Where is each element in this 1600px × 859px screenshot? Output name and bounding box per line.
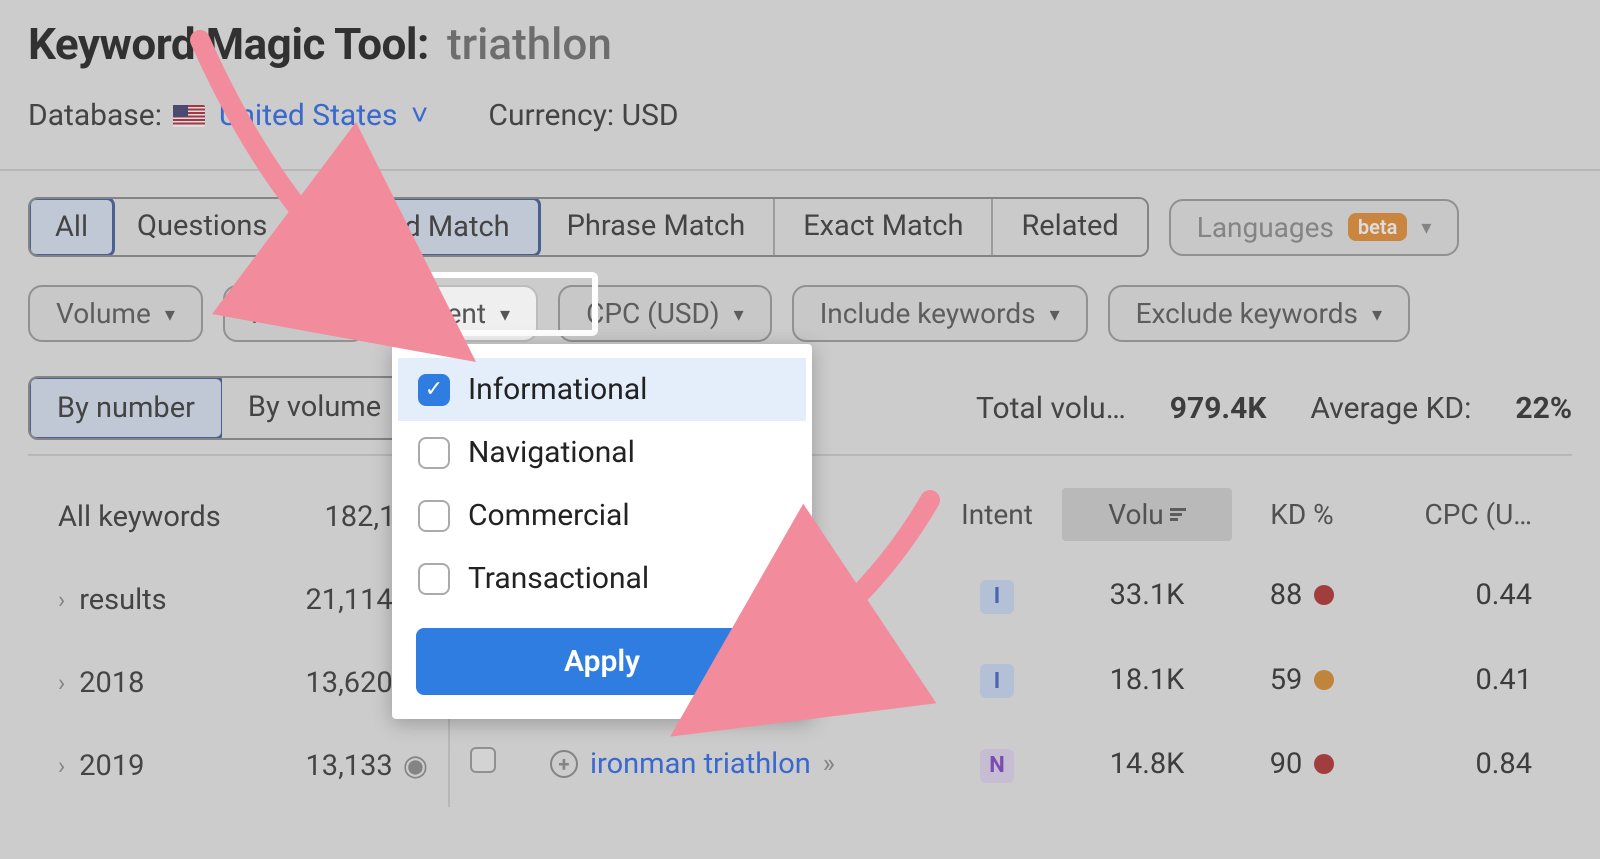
chevron-right-icon: › xyxy=(58,669,65,697)
database-label: Database: xyxy=(28,98,162,133)
tool-name: Keyword Magic Tool: xyxy=(28,18,429,70)
sidebar-all-keywords[interactable]: All keywords 182,136 xyxy=(28,476,448,558)
database-selector[interactable]: Database: United States ˅ xyxy=(28,98,428,133)
checkbox[interactable] xyxy=(418,563,450,595)
chevron-down-icon: ▾ xyxy=(165,302,175,326)
chevron-down-icon: ▾ xyxy=(500,302,510,326)
intent-option-label: Transactional xyxy=(468,561,649,596)
intent-badge: I xyxy=(980,664,1014,698)
avg-kd-label: Average KD: xyxy=(1310,391,1471,426)
chevron-down-icon: ▾ xyxy=(1421,215,1431,239)
total-volume-value: 979.4K xyxy=(1170,391,1267,426)
chevron-right-icon: › xyxy=(58,586,65,614)
tab-questions[interactable]: Questions xyxy=(113,199,291,255)
intent-badge: I xyxy=(980,580,1014,614)
divider xyxy=(0,169,1600,171)
chevrons-icon: » xyxy=(823,749,831,779)
cpc-value: 0.84 xyxy=(1372,747,1552,781)
checkbox[interactable]: ✓ xyxy=(418,374,450,406)
chevron-down-icon: ▾ xyxy=(734,302,744,326)
chevron-down-icon: ˅ xyxy=(411,98,429,133)
database-value[interactable]: United States xyxy=(219,98,398,133)
question-filter-tabs: All Questions xyxy=(28,197,293,257)
cpc-value: 0.44 xyxy=(1372,578,1552,612)
difficulty-dot-icon xyxy=(1314,585,1334,605)
beta-badge: beta xyxy=(1348,213,1407,241)
intent-dropdown-popup: ✓ Informational Navigational Commercial Tran… xyxy=(392,344,812,719)
page-title-row: Keyword Magic Tool: triathlon xyxy=(28,18,1572,70)
filter-cpc[interactable]: CPC (USD)▾ xyxy=(558,285,772,342)
kd-value: 88 xyxy=(1270,578,1303,612)
intent-option[interactable]: Navigational xyxy=(398,421,806,484)
filter-volume[interactable]: Volume▾ xyxy=(28,285,203,342)
add-icon[interactable]: + xyxy=(550,750,578,778)
chevron-down-icon: ▾ xyxy=(328,302,338,326)
col-intent[interactable]: Intent xyxy=(932,498,1062,531)
row-checkbox[interactable] xyxy=(470,747,496,773)
intent-option[interactable]: ✓ Informational xyxy=(398,358,806,421)
volume-value: 18.1K xyxy=(1062,663,1232,697)
cpc-value: 0.41 xyxy=(1372,663,1552,697)
tab-phrase-match[interactable]: Phrase Match xyxy=(539,199,776,255)
tab-broad-match[interactable]: Broad Match xyxy=(313,197,540,257)
intent-option[interactable]: Transactional xyxy=(398,547,806,610)
filter-kd[interactable]: KD %▾ xyxy=(223,285,366,342)
query-text: triathlon xyxy=(447,18,612,70)
tab-related[interactable]: Related xyxy=(993,199,1146,255)
apply-button[interactable]: Apply xyxy=(416,628,788,695)
intent-option-label: Commercial xyxy=(468,498,630,533)
filter-intent[interactable]: Intent▾ xyxy=(386,285,538,342)
intent-option-label: Informational xyxy=(468,372,647,407)
group-label: 2019 xyxy=(79,749,144,783)
tab-by-volume[interactable]: By volume xyxy=(222,378,407,438)
group-by-tabs: By number By volume xyxy=(28,376,409,440)
us-flag-icon xyxy=(173,105,205,127)
sidebar-group-row[interactable]: ›201813,620 ◉ xyxy=(28,641,448,724)
chevron-down-icon: ▾ xyxy=(1372,302,1382,326)
tab-by-number[interactable]: By number xyxy=(28,376,224,440)
difficulty-dot-icon xyxy=(1314,754,1334,774)
volume-value: 14.8K xyxy=(1062,747,1232,781)
checkbox[interactable] xyxy=(418,437,450,469)
keyword-link[interactable]: + ironman triathlon » xyxy=(550,747,932,781)
difficulty-dot-icon xyxy=(1314,670,1334,690)
intent-option-label: Navigational xyxy=(468,435,635,470)
chevron-right-icon: › xyxy=(58,752,65,780)
currency-label: Currency: USD xyxy=(488,98,678,133)
sidebar-group-row[interactable]: ›results21,114 ◉ xyxy=(28,558,448,641)
tab-exact-match[interactable]: Exact Match xyxy=(775,199,993,255)
eye-icon[interactable]: ◉ xyxy=(403,748,428,783)
filter-exclude-keywords[interactable]: Exclude keywords▾ xyxy=(1108,285,1410,342)
sort-icon xyxy=(1170,508,1186,521)
intent-badge: N xyxy=(980,749,1014,783)
sidebar-header-label: All keywords xyxy=(58,500,221,534)
table-row: + ironman triathlon » N 14.8K 90 0.84 xyxy=(450,722,1572,807)
col-cpc[interactable]: CPC (U… xyxy=(1372,498,1552,531)
intent-option[interactable]: Commercial xyxy=(398,484,806,547)
kd-value: 90 xyxy=(1270,747,1303,781)
filter-include-keywords[interactable]: Include keywords▾ xyxy=(792,285,1088,342)
col-kd[interactable]: KD % xyxy=(1232,498,1372,531)
languages-label: Languages xyxy=(1197,211,1334,244)
group-label: 2018 xyxy=(79,666,144,700)
kd-value: 59 xyxy=(1270,663,1303,697)
group-label: results xyxy=(79,583,166,617)
avg-kd-value: 22% xyxy=(1515,391,1572,426)
chevron-down-icon: ▾ xyxy=(1050,302,1060,326)
tab-all[interactable]: All xyxy=(28,197,115,257)
checkbox[interactable] xyxy=(418,500,450,532)
languages-dropdown[interactable]: Languages beta ▾ xyxy=(1169,199,1460,256)
sidebar-group-row[interactable]: › 2019 13,133 ◉ xyxy=(28,724,448,807)
col-volume[interactable]: Volu xyxy=(1062,488,1232,541)
total-volume-label: Total volu… xyxy=(976,391,1126,426)
volume-value: 33.1K xyxy=(1062,578,1232,612)
keyword-text: ironman triathlon xyxy=(590,747,811,781)
keyword-groups-sidebar: All keywords 182,136 ›results21,114 ◉›20… xyxy=(28,456,448,807)
group-count: 13,133 ◉ xyxy=(305,748,428,783)
match-type-tabs: Broad Match Phrase Match Exact Match Rel… xyxy=(313,197,1148,257)
